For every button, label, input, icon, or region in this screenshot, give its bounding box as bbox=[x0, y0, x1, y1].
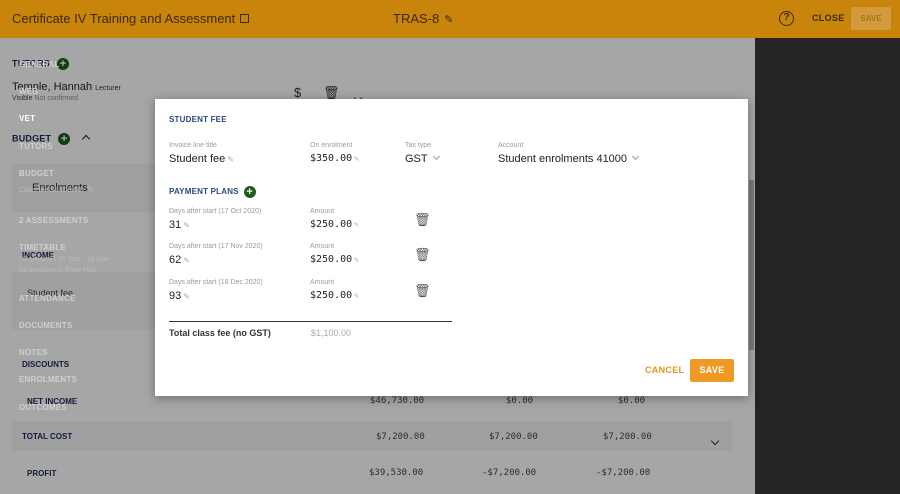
on-enrolment-field[interactable]: $350.00 ✎ bbox=[310, 153, 359, 164]
account-label: Account bbox=[498, 142, 524, 149]
close-button[interactable]: CLOSE bbox=[812, 13, 845, 23]
student-fee-dialog: STUDENT FEE Invoice line title Student f… bbox=[155, 99, 748, 396]
invoice-line-label: Invoice line title bbox=[169, 142, 217, 149]
help-icon[interactable]: ? bbox=[779, 11, 794, 26]
plan-days-field[interactable]: 93 ✎ bbox=[169, 290, 190, 302]
edit-icon: ✎ bbox=[354, 154, 359, 163]
account-select[interactable]: Student enrolments 41000 bbox=[498, 152, 640, 165]
total-class-fee-value: $1,100.00 bbox=[311, 328, 352, 338]
plan-days-label: Days after start (17 Nov 2020) bbox=[169, 243, 263, 250]
top-bar: Certificate IV Training and Assessment T… bbox=[0, 0, 900, 38]
plan-amount-label: Amount bbox=[310, 243, 335, 250]
nav-item-general[interactable]: GENERAL bbox=[19, 60, 60, 69]
invoice-line-field[interactable]: Student fee ✎ bbox=[169, 153, 234, 165]
scrollbar[interactable] bbox=[749, 180, 754, 350]
plan-amount-field[interactable]: $250.00 ✎ bbox=[310, 290, 359, 301]
edit-icon: ✎ bbox=[354, 220, 359, 229]
external-link-icon[interactable] bbox=[240, 14, 250, 23]
delete-plan-icon[interactable]: 🗑 bbox=[414, 247, 431, 263]
budget-summary: Class fee $1,100.00 ✎ bbox=[19, 185, 94, 194]
edit-icon: ✎ bbox=[354, 291, 359, 300]
course-code[interactable]: TRAS-8 ✎ bbox=[393, 11, 453, 26]
nav-item-tutors[interactable]: TUTORS bbox=[19, 142, 53, 151]
edit-icon: ✎ bbox=[183, 256, 190, 265]
save-button[interactable]: SAVE bbox=[690, 359, 734, 382]
nav-item-documents[interactable]: DOCUMENTS bbox=[19, 321, 72, 330]
plan-amount-label: Amount bbox=[310, 279, 335, 286]
edit-icon: ✎ bbox=[227, 155, 234, 164]
payment-plans-heading: PAYMENT PLANS + bbox=[169, 186, 256, 198]
plan-days-label: Days after start (17 Oct 2020) bbox=[169, 208, 262, 215]
edit-icon: ✎ bbox=[354, 255, 359, 264]
delete-plan-icon[interactable]: 🗑 bbox=[414, 283, 431, 299]
total-class-fee-label: Total class fee (no GST) bbox=[169, 328, 271, 338]
nav-item-assessments[interactable]: 2 ASSESSMENTS bbox=[19, 216, 88, 225]
edit-icon[interactable]: ✎ bbox=[87, 185, 94, 194]
plan-days-field[interactable]: 62 ✎ bbox=[169, 254, 190, 266]
edit-icon[interactable]: ✎ bbox=[444, 13, 453, 26]
edit-icon: ✎ bbox=[183, 292, 190, 301]
plan-amount-field[interactable]: $250.00 ✎ bbox=[310, 219, 359, 230]
tax-type-select[interactable]: GST bbox=[405, 152, 440, 165]
nav-item-budget[interactable]: BUDGET bbox=[19, 169, 54, 178]
nav-item-outcomes[interactable]: OUTCOMES bbox=[19, 403, 67, 412]
on-enrolment-label: On enrolment bbox=[310, 142, 353, 149]
nav-item-attendance[interactable]: ATTENDANCE bbox=[19, 294, 76, 303]
dialog-title: STUDENT FEE bbox=[169, 115, 227, 124]
timetable-summary: 10 sessions 16 Sep - 18 Nov bbox=[19, 256, 109, 263]
edit-icon: ✎ bbox=[183, 221, 190, 230]
nav-item-web[interactable]: WEB bbox=[19, 87, 38, 96]
plan-days-label: Days after start (18 Dec 2020) bbox=[169, 279, 263, 286]
nav-item-enrolments[interactable]: ENROLMENTS bbox=[19, 375, 77, 384]
plan-days-field[interactable]: 31 ✎ bbox=[169, 219, 190, 231]
plan-amount-label: Amount bbox=[310, 208, 335, 215]
divider bbox=[169, 321, 452, 322]
add-payment-plan-icon[interactable]: + bbox=[243, 186, 256, 198]
plan-amount-field[interactable]: $250.00 ✎ bbox=[310, 254, 359, 265]
nav-item-vet[interactable]: VET bbox=[19, 114, 35, 123]
delete-plan-icon[interactable]: 🗑 bbox=[414, 212, 431, 228]
course-title[interactable]: Certificate IV Training and Assessment bbox=[12, 11, 250, 26]
cancel-button[interactable]: CANCEL bbox=[645, 365, 684, 375]
chevron-down-icon bbox=[632, 152, 640, 161]
nav-item-notes[interactable]: NOTES bbox=[19, 348, 48, 357]
timetable-location: All sessions in Elder Hall bbox=[19, 267, 96, 274]
tax-type-label: Tax type bbox=[405, 142, 432, 149]
save-button-disabled[interactable]: SAVE bbox=[851, 7, 891, 30]
section-nav bbox=[755, 38, 900, 494]
nav-item-timetable[interactable]: TIMETABLE bbox=[19, 243, 66, 252]
chevron-down-icon bbox=[432, 152, 440, 161]
